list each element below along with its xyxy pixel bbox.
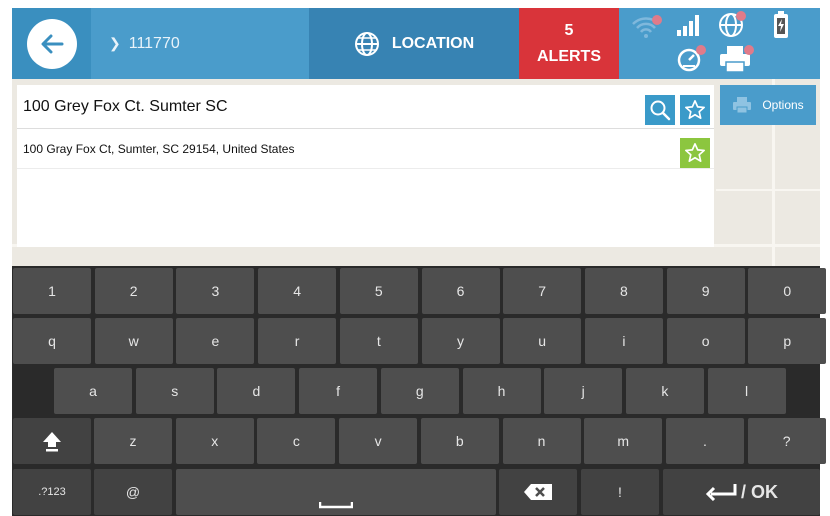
key-h[interactable]: h [462, 368, 541, 414]
key-z[interactable]: z [94, 418, 172, 464]
globe-icon [719, 11, 746, 37]
status-area [619, 8, 820, 79]
key-r[interactable]: r [258, 318, 337, 364]
key-w[interactable]: w [94, 318, 173, 364]
key-g[interactable]: g [380, 368, 459, 414]
at-key[interactable]: @ [94, 469, 172, 515]
backspace-icon [524, 484, 552, 500]
search-result-item[interactable]: 100 Gray Fox Ct, Sumter, SC 29154, Unite… [17, 129, 714, 169]
chevron-right-icon: ❯ [109, 35, 121, 51]
options-button[interactable]: Options [720, 85, 816, 125]
key-6[interactable]: 6 [421, 268, 500, 314]
exclamation-key[interactable]: ! [581, 469, 659, 515]
key-v[interactable]: v [339, 418, 418, 464]
key-c[interactable]: c [257, 418, 336, 464]
key-s[interactable]: s [135, 368, 214, 414]
globe-icon [354, 31, 379, 56]
options-label: Options [762, 98, 804, 112]
key-u[interactable]: u [503, 318, 582, 364]
key-o[interactable]: o [666, 318, 745, 364]
onscreen-keyboard: 1234567890 qwertyuiop asdfghjkl zxcvbnm.… [12, 266, 827, 516]
key-j[interactable]: j [544, 368, 623, 414]
key-b[interactable]: b [420, 418, 499, 464]
arrow-left-icon [26, 18, 77, 69]
shift-key[interactable] [13, 418, 91, 464]
alerts-count: 5 [564, 21, 574, 39]
wifi-icon [632, 15, 662, 38]
location-tab[interactable]: LOCATION [309, 8, 519, 79]
battery-icon [774, 11, 788, 38]
search-input[interactable]: 100 Grey Fox Ct. Sumter SC [17, 85, 714, 129]
enter-ok-key[interactable]: / OK [663, 469, 820, 515]
breadcrumb-label: 111770 [128, 34, 180, 52]
search-button[interactable] [645, 95, 675, 125]
back-button[interactable] [12, 8, 91, 79]
breadcrumb[interactable]: ❯ 111770 [91, 8, 309, 79]
key-d[interactable]: d [217, 368, 296, 414]
space-bar-icon [319, 502, 353, 509]
search-panel: 100 Grey Fox Ct. Sumter SC 100 Gray Fox … [17, 85, 714, 247]
key-m[interactable]: m [584, 418, 663, 464]
key-2[interactable]: 2 [94, 268, 173, 314]
key-3[interactable]: 3 [176, 268, 255, 314]
key-1[interactable]: 1 [13, 268, 91, 314]
key-question[interactable]: ? [747, 418, 826, 464]
key-a[interactable]: a [54, 368, 132, 414]
backspace-key[interactable] [499, 469, 577, 515]
favorite-result-button[interactable] [680, 138, 710, 168]
key-0[interactable]: 0 [748, 268, 827, 314]
alerts-label: ALERTS [537, 47, 601, 65]
key-4[interactable]: 4 [258, 268, 337, 314]
alerts-button[interactable]: 5 ALERTS [519, 8, 619, 79]
star-icon [685, 100, 705, 119]
printer-icon [720, 45, 754, 73]
gps-icon [677, 45, 706, 72]
key-n[interactable]: n [502, 418, 581, 464]
space-key[interactable] [176, 469, 496, 515]
symbols-key[interactable]: .?123 [13, 469, 91, 515]
key-t[interactable]: t [339, 318, 418, 364]
ok-label: / OK [740, 481, 778, 502]
key-9[interactable]: 9 [666, 268, 745, 314]
key-8[interactable]: 8 [584, 268, 663, 314]
key-f[interactable]: f [299, 368, 378, 414]
map-area[interactable]: 100 Grey Fox Ct. Sumter SC 100 Gray Fox … [12, 79, 820, 266]
favorite-button[interactable] [680, 95, 710, 125]
key-i[interactable]: i [584, 318, 663, 364]
star-icon [685, 143, 705, 162]
key-l[interactable]: l [707, 368, 786, 414]
key-period[interactable]: . [665, 418, 744, 464]
signal-icon [677, 15, 699, 36]
key-q[interactable]: q [13, 318, 91, 364]
printer-icon [733, 97, 752, 114]
top-bar: ❯ 111770 LOCATION 5 ALERTS [12, 8, 820, 79]
map-road [716, 189, 820, 191]
key-e[interactable]: e [176, 318, 255, 364]
key-7[interactable]: 7 [503, 268, 582, 314]
key-5[interactable]: 5 [339, 268, 418, 314]
search-icon [650, 100, 671, 121]
key-y[interactable]: y [421, 318, 500, 364]
key-x[interactable]: x [175, 418, 254, 464]
key-k[interactable]: k [625, 368, 704, 414]
key-p[interactable]: p [748, 318, 827, 364]
location-label: LOCATION [391, 34, 475, 52]
enter-icon [705, 484, 737, 501]
shift-icon [43, 432, 61, 452]
